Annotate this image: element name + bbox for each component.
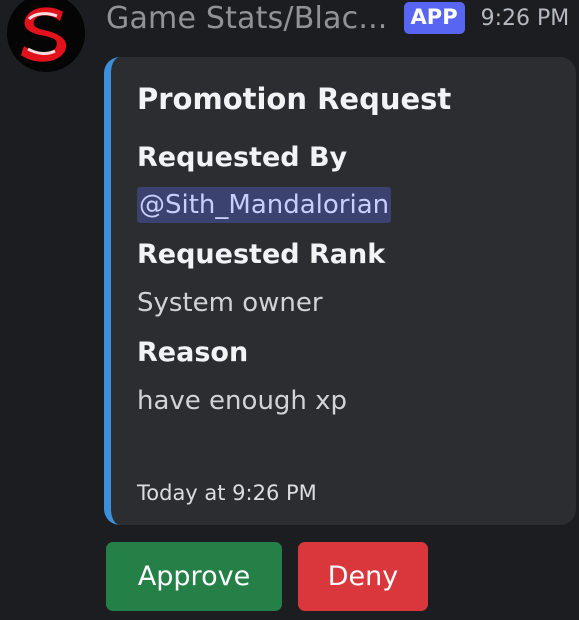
embed-footer-timestamp: Today at 9:26 PM <box>137 481 317 505</box>
message-header: Game Stats/Blac... APP 9:26 PM <box>106 0 569 44</box>
promotion-embed: Promotion Request Requested By @Sith_Man… <box>104 57 576 525</box>
app-badge: APP <box>403 2 465 34</box>
field-requested-by: Requested By @Sith_Mandalorian <box>137 140 556 223</box>
bot-avatar[interactable] <box>7 0 85 72</box>
field-requested-rank: Requested Rank System owner <box>137 237 556 321</box>
field-value: System owner <box>137 288 323 318</box>
field-name: Requested By <box>137 142 348 173</box>
bot-username[interactable]: Game Stats/Blac... <box>106 1 388 36</box>
deny-button[interactable]: Deny <box>298 542 428 611</box>
approve-button[interactable]: Approve <box>106 542 282 611</box>
field-name: Reason <box>137 337 249 368</box>
field-reason: Reason have enough xp <box>137 335 556 419</box>
field-value: have enough xp <box>137 386 348 416</box>
user-mention[interactable]: @Sith_Mandalorian <box>137 187 392 223</box>
red-s-logo-icon <box>7 0 85 72</box>
message-timestamp: 9:26 PM <box>480 5 570 31</box>
field-value-wrapper: @Sith_Mandalorian <box>137 187 556 223</box>
embed-title: Promotion Request <box>137 82 452 116</box>
field-name: Requested Rank <box>137 239 386 270</box>
